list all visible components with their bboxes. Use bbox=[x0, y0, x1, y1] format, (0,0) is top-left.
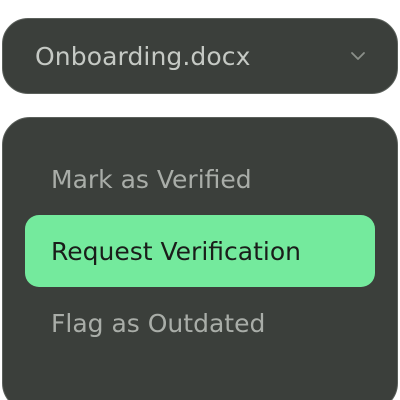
select-value: Onboarding.docx bbox=[35, 41, 251, 71]
menu-item-label: Mark as Verified bbox=[51, 164, 252, 194]
chevron-down-icon[interactable] bbox=[349, 47, 367, 65]
menu-item-mark-as-verified[interactable]: Mark as Verified bbox=[25, 143, 375, 215]
dropdown-menu: Mark as Verified Request Verification Fl… bbox=[2, 117, 398, 400]
document-select[interactable]: Onboarding.docx bbox=[2, 18, 398, 94]
menu-item-flag-as-outdated[interactable]: Flag as Outdated bbox=[25, 287, 375, 359]
menu-item-label: Request Verification bbox=[51, 236, 301, 266]
menu-item-label: Flag as Outdated bbox=[51, 308, 266, 338]
menu-item-request-verification[interactable]: Request Verification bbox=[25, 215, 375, 287]
